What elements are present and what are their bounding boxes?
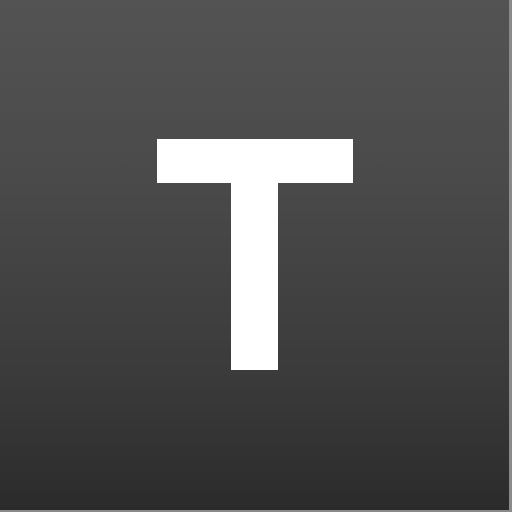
letter-t-crossbar [157, 139, 353, 183]
app-icon-tile[interactable] [0, 0, 512, 512]
letter-t-stem [231, 183, 278, 370]
letter-t-icon [0, 0, 512, 512]
